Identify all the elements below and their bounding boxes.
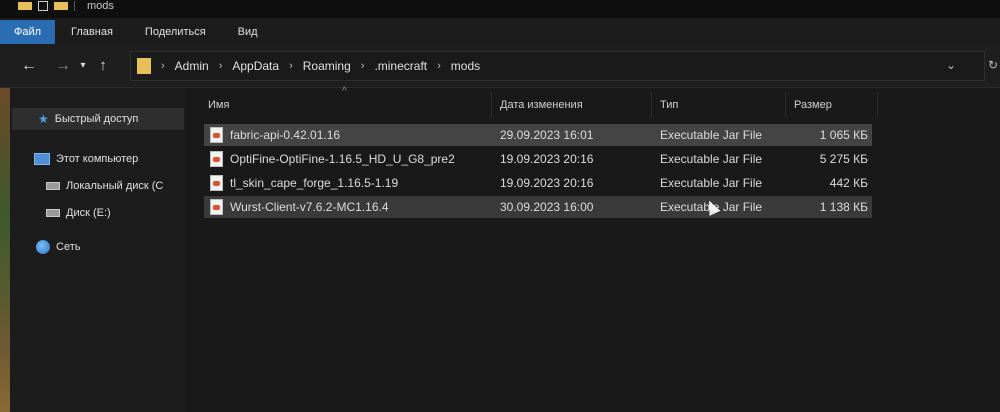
jar-file-icon	[210, 151, 223, 167]
table-row[interactable]: OptiFine-OptiFine-1.16.5_HD_U_G8_pre2 19…	[204, 148, 872, 170]
jar-file-icon	[210, 199, 223, 215]
breadcrumb: Admin › AppData › Roaming › .minecraft ›…	[175, 59, 480, 73]
properties-icon[interactable]	[38, 1, 48, 11]
folder-icon[interactable]	[18, 2, 32, 10]
file-type: Executable Jar File	[660, 200, 763, 214]
recent-locations-icon[interactable]: ▾	[76, 53, 90, 79]
forward-arrow-icon[interactable]: →	[50, 53, 76, 79]
column-date-modified[interactable]: Дата изменения	[492, 92, 652, 118]
new-folder-icon[interactable]	[54, 2, 68, 10]
refresh-icon[interactable]: ↻	[988, 58, 998, 72]
file-name: Wurst-Client-v7.6.2-MC1.16.4	[230, 200, 389, 214]
chevron-right-icon[interactable]: ›	[289, 60, 293, 72]
sidebar-item-label: Быстрый доступ	[54, 113, 139, 125]
sidebar-item-label: Диск (E:)	[66, 207, 111, 219]
address-bar[interactable]: › Admin › AppData › Roaming › .minecraft…	[130, 51, 985, 81]
sidebar-item-disk-e[interactable]: Диск (E:)	[46, 204, 111, 222]
tab-home[interactable]: Главная	[55, 20, 129, 44]
back-arrow-icon[interactable]: ←	[16, 53, 42, 79]
file-size: 442 КБ	[829, 176, 868, 190]
navigation-bar: ← → ▾ ↑ › Admin › AppData › Roaming › .m…	[0, 44, 1000, 88]
file-date: 19.09.2023 20:16	[500, 176, 594, 190]
breadcrumb-roaming[interactable]: Roaming	[303, 59, 351, 73]
breadcrumb-admin[interactable]: Admin	[175, 59, 209, 73]
file-type: Executable Jar File	[660, 128, 763, 142]
table-row[interactable]: tl_skin_cape_forge_1.16.5-1.19 19.09.202…	[204, 172, 872, 194]
chevron-right-icon[interactable]: ›	[361, 60, 365, 72]
column-headers: Имя Дата изменения Тип Размер	[200, 92, 880, 118]
file-size: 1 065 КБ	[819, 128, 868, 142]
background-strip	[0, 88, 10, 412]
file-name: tl_skin_cape_forge_1.16.5-1.19	[230, 176, 399, 190]
sidebar-item-this-pc[interactable]: Этот компьютер	[34, 150, 138, 168]
file-date: 30.09.2023 16:00	[500, 200, 594, 214]
chevron-down-icon[interactable]: ⌄	[946, 58, 956, 72]
file-date: 19.09.2023 20:16	[500, 152, 594, 166]
folder-icon	[137, 58, 151, 74]
file-name: OptiFine-OptiFine-1.16.5_HD_U_G8_pre2	[230, 152, 455, 166]
navigation-pane	[0, 88, 186, 412]
breadcrumb-mods[interactable]: mods	[451, 59, 480, 73]
breadcrumb-minecraft[interactable]: .minecraft	[374, 59, 427, 73]
jar-file-icon	[210, 175, 223, 191]
table-row[interactable]: fabric-api-0.42.01.16 29.09.2023 16:01 E…	[204, 124, 872, 146]
table-row[interactable]: Wurst-Client-v7.6.2-MC1.16.4 30.09.2023 …	[204, 196, 872, 218]
file-size: 5 275 КБ	[819, 152, 868, 166]
sidebar-item-label: Локальный диск (C	[66, 180, 164, 192]
sidebar-item-label: Сеть	[56, 241, 81, 253]
sidebar-item-local-disk-c[interactable]: Локальный диск (C	[46, 177, 186, 195]
jar-file-icon	[210, 127, 223, 143]
file-type: Executable Jar File	[660, 152, 763, 166]
sidebar-item-quick-access[interactable]: ★ Быстрый доступ	[12, 108, 184, 130]
chevron-right-icon[interactable]: ›	[161, 60, 165, 72]
chevron-right-icon[interactable]: ›	[219, 60, 223, 72]
column-size[interactable]: Размер	[786, 92, 878, 118]
up-arrow-icon[interactable]: ↑	[90, 53, 116, 79]
column-type[interactable]: Тип	[652, 92, 786, 118]
separator	[74, 1, 75, 11]
window-title: mods	[87, 0, 114, 12]
star-icon: ★	[38, 112, 49, 126]
network-icon	[36, 240, 50, 254]
chevron-right-icon[interactable]: ›	[437, 60, 441, 72]
file-name: fabric-api-0.42.01.16	[230, 128, 341, 142]
file-size: 1 138 КБ	[819, 200, 868, 214]
drive-icon	[46, 182, 60, 190]
tab-view[interactable]: Вид	[222, 20, 274, 44]
ribbon-tabs: Файл Главная Поделиться Вид	[0, 18, 1000, 44]
quick-access-toolbar: mods	[0, 0, 114, 18]
tab-share[interactable]: Поделиться	[129, 20, 222, 44]
title-bar: mods	[0, 0, 1000, 18]
column-name[interactable]: Имя	[200, 92, 492, 118]
sidebar-item-label: Этот компьютер	[56, 153, 139, 165]
computer-icon	[34, 153, 50, 165]
tab-file[interactable]: Файл	[0, 20, 56, 44]
drive-icon	[46, 209, 60, 217]
sidebar-item-network[interactable]: Сеть	[36, 238, 80, 256]
file-date: 29.09.2023 16:01	[500, 128, 594, 142]
file-type: Executable Jar File	[660, 176, 763, 190]
breadcrumb-appdata[interactable]: AppData	[232, 59, 279, 73]
